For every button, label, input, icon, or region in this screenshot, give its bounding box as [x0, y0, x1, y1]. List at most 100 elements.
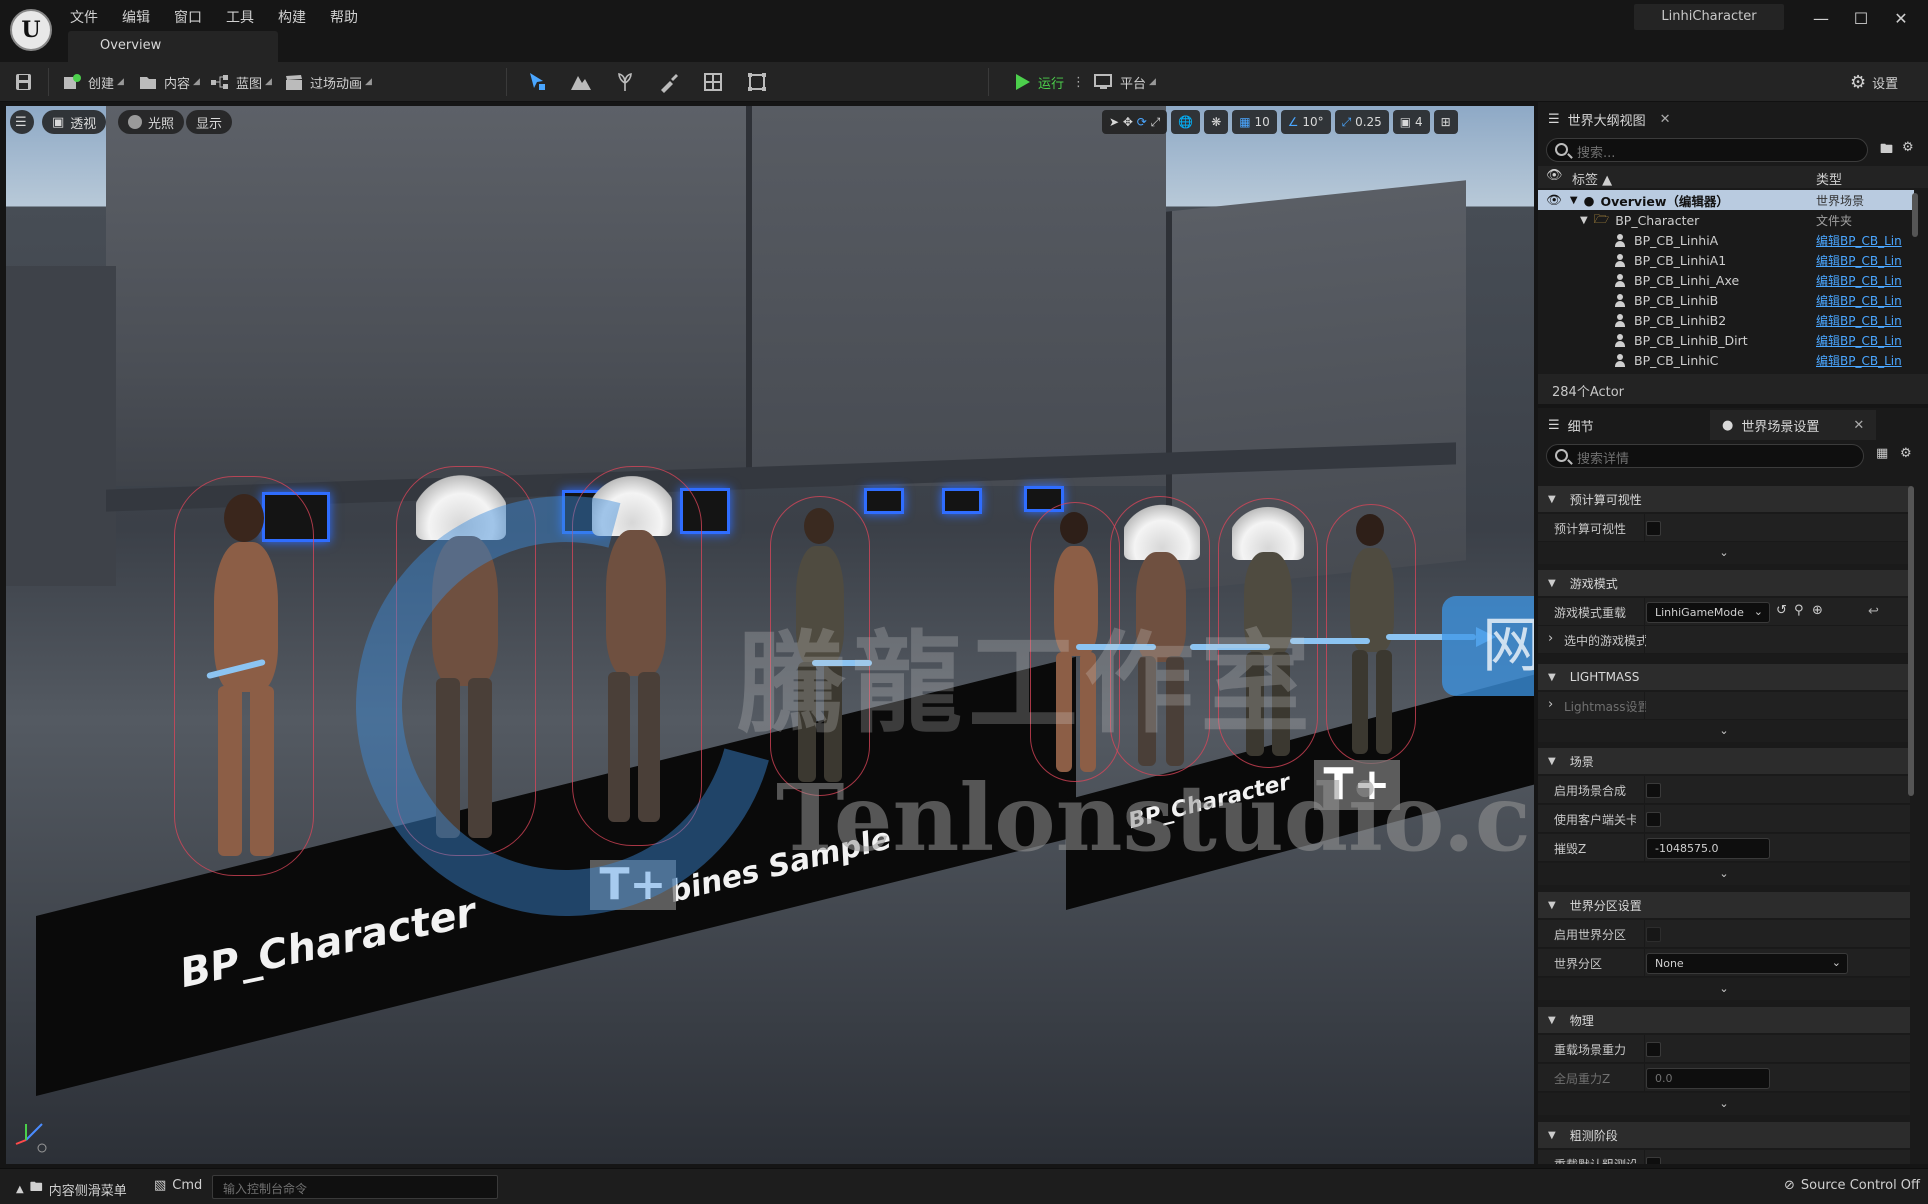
- details-scrollbar[interactable]: [1908, 486, 1914, 796]
- outliner-settings-icon[interactable]: ⚙: [1902, 140, 1914, 155]
- blueprint-button[interactable]: 蓝图 ◢: [210, 70, 272, 94]
- client-side-level-checkbox[interactable]: [1646, 812, 1661, 827]
- edit-blueprint-link[interactable]: 编辑BP_CB_Lin: [1816, 272, 1912, 289]
- menu-tools[interactable]: 工具: [214, 4, 266, 30]
- section-broadphase[interactable]: ▼ 粗测阶段: [1538, 1122, 1910, 1148]
- collapse-arrow-icon[interactable]: ▼: [1580, 215, 1588, 226]
- details-settings-icon[interactable]: ⚙: [1900, 446, 1912, 461]
- enable-world-partition-checkbox[interactable]: [1646, 927, 1661, 942]
- settings-button[interactable]: ⚙ 设置: [1850, 70, 1898, 94]
- content-drawer-button[interactable]: ▲ 🖿 内容侧滑菜单: [16, 1178, 127, 1200]
- close-window-button[interactable]: ✕: [1886, 6, 1916, 32]
- edit-blueprint-link[interactable]: 编辑BP_CB_Lin: [1816, 232, 1912, 249]
- scale-icon[interactable]: ⤢: [1151, 115, 1161, 130]
- advanced-expand-icon[interactable]: ⌄: [1538, 863, 1910, 885]
- kill-z-input[interactable]: -1048575.0: [1646, 838, 1770, 859]
- world-partition-dropdown[interactable]: None ⌄: [1646, 953, 1848, 974]
- add-folder-icon[interactable]: 🖿: [1880, 140, 1893, 162]
- outliner-row-folder[interactable]: ▼ 🗁 BP_Character 文件夹: [1538, 210, 1914, 230]
- select-mode-icon[interactable]: [526, 71, 548, 93]
- outliner-row-world[interactable]: 👁 ▼ ● Overview（编辑器） 世界场景: [1538, 190, 1914, 210]
- maximize-button[interactable]: ☐: [1846, 6, 1876, 32]
- section-game-mode[interactable]: ▼ 游戏模式: [1538, 570, 1910, 596]
- outliner-row-actor[interactable]: BP_CB_LinhiB2 编辑BP_CB_Lin: [1538, 310, 1914, 330]
- fracture-mode-icon[interactable]: [702, 71, 724, 93]
- play-options-icon[interactable]: ⋮: [1072, 75, 1085, 90]
- override-gravity-checkbox[interactable]: [1646, 1042, 1661, 1057]
- outliner-row-actor[interactable]: BP_CB_LinhiC 编辑BP_CB_Lin: [1538, 350, 1914, 370]
- table-view-icon[interactable]: ▦: [1876, 446, 1888, 461]
- section-precomputed-visibility[interactable]: ▼ 预计算可视性: [1538, 486, 1910, 512]
- visibility-eye-icon[interactable]: 👁: [1546, 168, 1563, 183]
- prop-selected-game-mode[interactable]: › 选中的游戏模式: [1538, 626, 1910, 654]
- menu-edit[interactable]: 编辑: [110, 4, 162, 30]
- scale-snap-button[interactable]: ⤢ 0.25: [1334, 110, 1389, 134]
- platform-button[interactable]: 平台 ◢: [1094, 70, 1156, 94]
- outliner-tab[interactable]: ☰ 世界大纲视图 ✕: [1548, 104, 1671, 134]
- browse-back-icon[interactable]: ↺: [1776, 603, 1787, 618]
- game-mode-dropdown[interactable]: LinhiGameMode ⌄: [1646, 602, 1770, 623]
- edit-blueprint-link[interactable]: 编辑BP_CB_Lin: [1816, 352, 1912, 369]
- outliner-row-actor[interactable]: BP_CB_LinhiB 编辑BP_CB_Lin: [1538, 290, 1914, 310]
- precomputed-visibility-checkbox[interactable]: [1646, 521, 1661, 536]
- eye-icon[interactable]: 👁: [1546, 192, 1562, 208]
- world-local-toggle[interactable]: 🌐: [1171, 110, 1201, 134]
- close-icon[interactable]: ✕: [1660, 112, 1671, 127]
- play-button[interactable]: 运行 ⋮: [1012, 70, 1085, 94]
- source-control-button[interactable]: ⊘ Source Control Off: [1784, 1178, 1920, 1193]
- edit-blueprint-link[interactable]: 编辑BP_CB_Lin: [1816, 252, 1912, 269]
- outliner-scrollbar[interactable]: [1912, 193, 1918, 237]
- minimize-button[interactable]: —: [1806, 6, 1836, 32]
- enable-compositing-checkbox[interactable]: [1646, 783, 1661, 798]
- world-settings-tab[interactable]: ● 世界场景设置 ✕: [1710, 410, 1877, 440]
- lighting-mode-button[interactable]: 光照: [118, 110, 185, 134]
- edit-blueprint-link[interactable]: 编辑BP_CB_Lin: [1816, 292, 1912, 309]
- rotate-icon[interactable]: ⟳: [1137, 115, 1147, 129]
- modeling-mode-icon[interactable]: [746, 71, 768, 93]
- transform-mode-group[interactable]: ➤ ✥ ⟳ ⤢: [1102, 110, 1168, 134]
- translate-icon[interactable]: ✥: [1123, 115, 1133, 129]
- browse-search-icon[interactable]: ⚲: [1794, 603, 1804, 618]
- section-lightmass[interactable]: ▼ LIGHTMASS: [1538, 664, 1910, 690]
- viewport-layout-button[interactable]: ⊞: [1433, 110, 1458, 134]
- add-new-icon[interactable]: ⊕: [1812, 603, 1823, 618]
- save-button[interactable]: [14, 70, 40, 94]
- surface-snap-toggle[interactable]: ❋: [1204, 110, 1229, 134]
- menu-file[interactable]: 文件: [58, 4, 110, 30]
- select-arrow-icon[interactable]: ➤: [1109, 115, 1119, 129]
- cmd-button[interactable]: ▧ Cmd: [154, 1178, 202, 1193]
- close-icon[interactable]: ✕: [1853, 418, 1864, 433]
- grid-snap-button[interactable]: ▦ 10: [1232, 110, 1277, 134]
- details-tab[interactable]: ☰ 细节: [1548, 410, 1594, 440]
- section-world[interactable]: ▼ 场景: [1538, 748, 1910, 774]
- section-physics[interactable]: ▼ 物理: [1538, 1007, 1910, 1033]
- angle-snap-button[interactable]: ∠ 10°: [1280, 110, 1331, 134]
- edit-blueprint-link[interactable]: 编辑BP_CB_Lin: [1816, 332, 1912, 349]
- menu-build[interactable]: 构建: [266, 4, 318, 30]
- global-gravity-input[interactable]: 0.0: [1646, 1068, 1770, 1089]
- advanced-expand-icon[interactable]: ⌄: [1538, 542, 1910, 564]
- details-search-input[interactable]: 搜索详情: [1546, 444, 1864, 468]
- character-figure-1[interactable]: [174, 476, 334, 876]
- outliner-row-actor[interactable]: BP_CB_Linhi_Axe 编辑BP_CB_Lin: [1538, 270, 1914, 290]
- unreal-logo-icon[interactable]: U: [10, 9, 52, 51]
- outliner-row-actor[interactable]: BP_CB_LinhiB_Dirt 编辑BP_CB_Lin: [1538, 330, 1914, 350]
- menu-help[interactable]: 帮助: [318, 4, 370, 30]
- outliner-row-actor[interactable]: BP_CB_LinhiA 编辑BP_CB_Lin: [1538, 230, 1914, 250]
- advanced-expand-icon[interactable]: ⌄: [1538, 978, 1910, 1000]
- section-world-partition[interactable]: ▼ 世界分区设置: [1538, 892, 1910, 918]
- collapse-arrow-icon[interactable]: ▼: [1570, 195, 1578, 206]
- camera-speed-button[interactable]: ▣ 4: [1392, 110, 1430, 134]
- viewport-menu-button[interactable]: ☰: [10, 110, 34, 134]
- show-button[interactable]: 显示: [186, 110, 233, 134]
- level-viewport[interactable]: BP_Character bines Sample BP_Character T…: [6, 106, 1534, 1164]
- advanced-expand-icon[interactable]: ⌄: [1538, 1093, 1910, 1115]
- content-button[interactable]: 内容 ◢: [138, 70, 200, 94]
- cinematics-button[interactable]: 过场动画 ◢: [284, 70, 372, 94]
- console-input[interactable]: 输入控制台命令: [212, 1175, 498, 1199]
- outliner-row-actor[interactable]: BP_CB_LinhiA1 编辑BP_CB_Lin: [1538, 250, 1914, 270]
- label-column-header[interactable]: 标签 ▲: [1572, 169, 1612, 188]
- outliner-search-input[interactable]: 搜索...: [1546, 138, 1868, 162]
- override-broadphase-checkbox[interactable]: [1646, 1157, 1661, 1164]
- menu-window[interactable]: 窗口: [162, 4, 214, 30]
